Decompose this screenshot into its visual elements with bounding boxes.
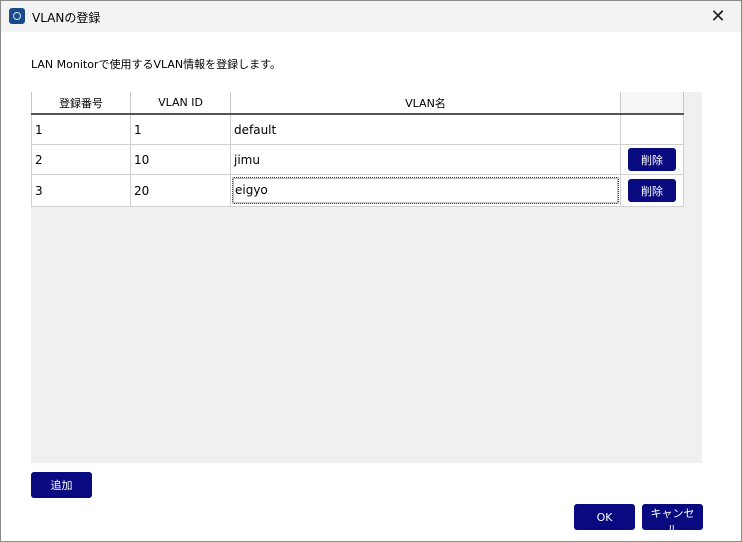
add-button[interactable]: 追加 bbox=[31, 472, 92, 498]
table-row: 3 20 eigyo 削除 bbox=[31, 174, 684, 207]
vlan-table: 登録番号 VLAN ID VLAN名 1 1 default 2 10 jimu bbox=[31, 92, 684, 207]
cell-vlan-id[interactable]: 1 bbox=[130, 113, 231, 145]
dialog-window: VLANの登録 ✕ LAN Monitorで使用するVLAN情報を登録します。 … bbox=[0, 0, 742, 542]
header-vlan-id[interactable]: VLAN ID bbox=[130, 92, 231, 115]
cell-vlan-id[interactable]: 20 bbox=[130, 174, 231, 207]
description-text: LAN Monitorで使用するVLAN情報を登録します。 bbox=[31, 58, 282, 71]
header-action bbox=[620, 92, 684, 115]
cell-action: 削除 bbox=[620, 174, 684, 207]
header-vlan-name[interactable]: VLAN名 bbox=[230, 92, 621, 115]
cell-vlan-name[interactable]: eigyo bbox=[230, 174, 621, 207]
vlan-grid: 登録番号 VLAN ID VLAN名 1 1 default 2 10 jimu bbox=[31, 92, 702, 463]
delete-button[interactable]: 削除 bbox=[628, 148, 676, 171]
cell-number[interactable]: 2 bbox=[31, 144, 131, 175]
delete-button[interactable]: 削除 bbox=[628, 179, 676, 202]
cell-number[interactable]: 1 bbox=[31, 113, 131, 145]
close-button[interactable]: ✕ bbox=[695, 1, 741, 32]
cancel-button[interactable]: キャンセル bbox=[642, 504, 703, 536]
cell-action: 削除 bbox=[620, 144, 684, 175]
window-title: VLANの登録 bbox=[32, 11, 101, 25]
cell-number[interactable]: 3 bbox=[31, 174, 131, 207]
table-row: 1 1 default bbox=[31, 113, 684, 145]
app-icon bbox=[9, 8, 25, 24]
cell-action-empty bbox=[620, 113, 684, 145]
cell-vlan-name-editing[interactable]: eigyo bbox=[232, 177, 619, 204]
cell-vlan-id[interactable]: 10 bbox=[130, 144, 231, 175]
table-row: 2 10 jimu 削除 bbox=[31, 144, 684, 175]
title-bar: VLANの登録 ✕ bbox=[1, 1, 741, 32]
ok-button[interactable]: OK bbox=[574, 504, 635, 530]
table-header-row: 登録番号 VLAN ID VLAN名 bbox=[31, 92, 684, 115]
cell-vlan-name[interactable]: jimu bbox=[230, 144, 621, 175]
header-number[interactable]: 登録番号 bbox=[31, 92, 131, 115]
cell-vlan-name[interactable]: default bbox=[230, 113, 621, 145]
